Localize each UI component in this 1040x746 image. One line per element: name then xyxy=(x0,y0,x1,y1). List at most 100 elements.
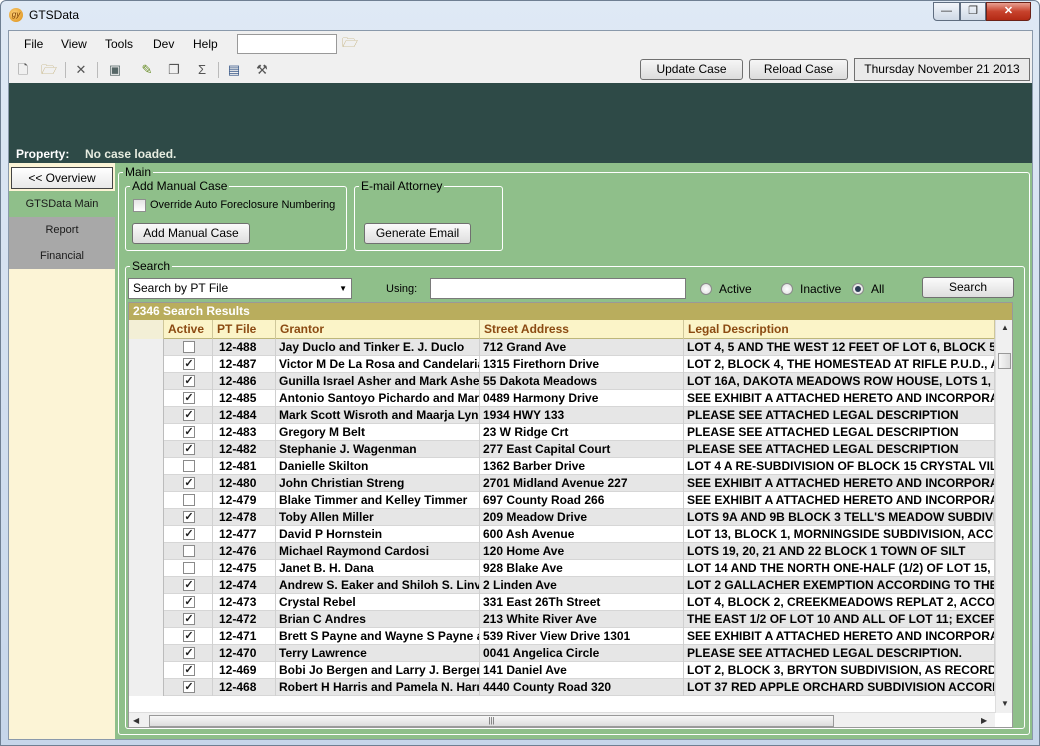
active-checkbox[interactable]: ✓ xyxy=(183,511,195,523)
update-case-button[interactable]: Update Case xyxy=(640,59,743,80)
column-street-address[interactable]: Street Address xyxy=(480,320,684,339)
grantor-cell: Mark Scott Wisroth and Maarja Lynn xyxy=(276,407,480,424)
scroll-left-icon[interactable]: ◀ xyxy=(133,716,139,725)
add-manual-case-button[interactable]: Add Manual Case xyxy=(132,223,250,244)
table-row[interactable]: ✓ 12-480 John Christian Streng 2701 Midland… xyxy=(129,475,995,492)
active-checkbox[interactable]: ✓ xyxy=(183,426,195,438)
table-row[interactable]: ✓ 12-468 Robert H Harris and Pamela N. Har… xyxy=(129,679,995,696)
menu-search-input[interactable] xyxy=(237,34,337,54)
column-grantor[interactable]: Grantor xyxy=(276,320,480,339)
menu-view[interactable]: View xyxy=(61,37,87,51)
scroll-down-icon[interactable]: ▼ xyxy=(1001,699,1009,708)
column-legal-description[interactable]: Legal Description xyxy=(684,320,995,339)
table-row[interactable]: ✓ 12-472 Brian C Andres 213 White River Ave… xyxy=(129,611,995,628)
table-row[interactable]: 12-476 Michael Raymond Cardosi 120 Home Av… xyxy=(129,543,995,560)
active-checkbox[interactable]: ✓ xyxy=(183,647,195,659)
nav-item-gtsdata-main[interactable]: GTSData Main xyxy=(9,191,115,217)
table-row[interactable]: 12-479 Blake Timmer and Kelley Timmer 697 … xyxy=(129,492,995,509)
table-row[interactable]: ✓ 12-470 Terry Lawrence 0041 Angelica Circl… xyxy=(129,645,995,662)
generate-email-button[interactable]: Generate Email xyxy=(364,223,471,244)
search-button[interactable]: Search xyxy=(922,277,1014,298)
street-address-cell: 0489 Harmony Drive xyxy=(480,390,684,407)
using-input[interactable] xyxy=(430,278,686,299)
legal-description-cell: LOT 37 RED APPLE ORCHARD SUBDIVISION ACC… xyxy=(684,679,995,696)
street-address-cell: 55 Dakota Meadows xyxy=(480,373,684,390)
row-header xyxy=(129,356,164,373)
vertical-scrollbar[interactable]: ▲ ▼ xyxy=(995,320,1012,713)
overview-button[interactable]: << Overview xyxy=(11,167,113,189)
table-row[interactable]: 12-481 Danielle Skilton 1362 Barber Drive L… xyxy=(129,458,995,475)
copy-icon[interactable]: ❐ xyxy=(166,62,182,78)
column-active[interactable]: Active xyxy=(164,320,213,339)
nav-item-report[interactable]: Report xyxy=(9,217,115,243)
table-row[interactable]: 12-488 Jay Duclo and Tinker E. J. Duclo 71… xyxy=(129,339,995,356)
maximize-button[interactable]: ❐ xyxy=(960,2,986,21)
active-checkbox[interactable] xyxy=(183,545,195,557)
street-address-cell: 712 Grand Ave xyxy=(480,339,684,356)
nav-item-financial[interactable]: Financial xyxy=(9,243,115,269)
table-row[interactable]: ✓ 12-474 Andrew S. Eaker and Shiloh S. Lin… xyxy=(129,577,995,594)
active-checkbox[interactable] xyxy=(183,460,195,472)
table-row[interactable]: ✓ 12-471 Brett S Payne and Wayne S Payne a… xyxy=(129,628,995,645)
open-folder-icon[interactable]: 🗁 xyxy=(342,36,358,50)
scroll-right-icon[interactable]: ▶ xyxy=(981,716,987,725)
override-numbering-checkbox[interactable] xyxy=(133,199,146,212)
pt-file-cell: 12-476 xyxy=(213,543,276,560)
legal-description-cell: SEE EXHIBIT A ATTACHED HERETO AND INCORP… xyxy=(684,390,995,407)
minimize-button[interactable]: — xyxy=(933,2,960,21)
radio-all[interactable] xyxy=(852,283,864,295)
menu-tools[interactable]: Tools xyxy=(105,37,133,51)
menu-help[interactable]: Help xyxy=(193,37,218,51)
table-row[interactable]: ✓ 12-487 Victor M De La Rosa and Candelari… xyxy=(129,356,995,373)
table-row[interactable]: ✓ 12-478 Toby Allen Miller 209 Meadow Drive… xyxy=(129,509,995,526)
table-row[interactable]: ✓ 12-469 Bobi Jo Bergen and Larry J. Berge… xyxy=(129,662,995,679)
active-checkbox[interactable]: ✓ xyxy=(183,409,195,421)
vertical-scroll-thumb[interactable] xyxy=(998,353,1011,369)
table-row[interactable]: ✓ 12-483 Gregory M Belt 23 W Ridge Crt PLEAS… xyxy=(129,424,995,441)
sigma-icon[interactable]: Σ xyxy=(194,62,210,78)
table-row[interactable]: ✓ 12-473 Crystal Rebel 331 East 26Th Street… xyxy=(129,594,995,611)
horizontal-scroll-thumb[interactable]: ||| xyxy=(149,715,834,727)
table-row[interactable]: ✓ 12-477 David P Hornstein 600 Ash Avenue LO… xyxy=(129,526,995,543)
table-row[interactable]: ✓ 12-486 Gunilla Israel Asher and Mark Ash… xyxy=(129,373,995,390)
column-pt-file[interactable]: PT File xyxy=(213,320,276,339)
close-button[interactable]: ✕ xyxy=(986,2,1031,21)
active-checkbox[interactable] xyxy=(183,562,195,574)
legal-description-cell: PLEASE SEE ATTACHED LEGAL DESCRIPTION xyxy=(684,424,995,441)
radio-inactive[interactable] xyxy=(781,283,793,295)
active-checkbox[interactable] xyxy=(183,494,195,506)
active-checkbox[interactable]: ✓ xyxy=(183,528,195,540)
new-file-icon[interactable]: 🗋 xyxy=(15,62,31,78)
delete-icon[interactable]: ✕ xyxy=(73,62,89,78)
horizontal-scrollbar[interactable]: ◀ ||| ▶ xyxy=(129,712,995,727)
street-address-cell: 2 Linden Ave xyxy=(480,577,684,594)
active-checkbox[interactable]: ✓ xyxy=(183,596,195,608)
active-checkbox[interactable]: ✓ xyxy=(183,358,195,370)
active-checkbox[interactable]: ✓ xyxy=(183,630,195,642)
active-checkbox[interactable]: ✓ xyxy=(183,477,195,489)
table-row[interactable]: ✓ 12-485 Antonio Santoyo Pichardo and Mari… xyxy=(129,390,995,407)
menu-dev[interactable]: Dev xyxy=(153,37,174,51)
save-icon[interactable]: ▣ xyxy=(107,62,123,78)
reload-case-button[interactable]: Reload Case xyxy=(749,59,848,80)
active-checkbox[interactable]: ✓ xyxy=(183,681,195,693)
active-checkbox[interactable]: ✓ xyxy=(183,392,195,404)
active-checkbox[interactable]: ✓ xyxy=(183,375,195,387)
table-row[interactable]: ✓ 12-484 Mark Scott Wisroth and Maarja Lyn… xyxy=(129,407,995,424)
open-folder-icon[interactable]: 🗁 xyxy=(41,62,57,78)
scroll-up-icon[interactable]: ▲ xyxy=(1001,323,1009,332)
active-checkbox[interactable] xyxy=(183,341,195,353)
settings-tools-icon[interactable]: ⚒ xyxy=(254,62,270,78)
table-row[interactable]: ✓ 12-482 Stephanie J. Wagenman 277 East Cap… xyxy=(129,441,995,458)
search-mode-select[interactable]: Search by PT File ▼ xyxy=(128,278,352,299)
active-checkbox[interactable]: ✓ xyxy=(183,664,195,676)
active-checkbox[interactable]: ✓ xyxy=(183,579,195,591)
table-row[interactable]: 12-475 Janet B. H. Dana 928 Blake Ave LOT 1… xyxy=(129,560,995,577)
active-checkbox[interactable]: ✓ xyxy=(183,443,195,455)
radio-active[interactable] xyxy=(700,283,712,295)
edit-icon[interactable]: ✎ xyxy=(139,62,155,78)
menu-file[interactable]: File xyxy=(24,37,43,51)
report-icon[interactable]: ▤ xyxy=(226,62,242,78)
active-checkbox[interactable]: ✓ xyxy=(183,613,195,625)
row-header xyxy=(129,475,164,492)
